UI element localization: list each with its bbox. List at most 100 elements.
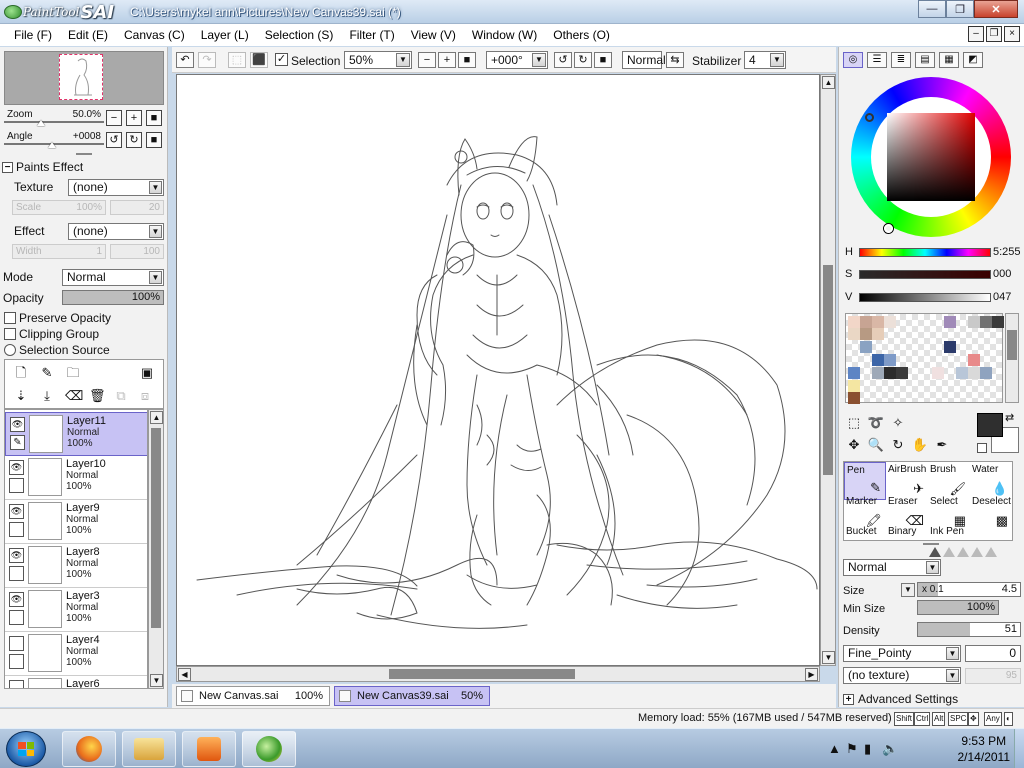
chevron-down-icon[interactable]: ▼	[946, 647, 959, 660]
swatch[interactable]	[884, 367, 896, 379]
taskbar-media-player[interactable]	[182, 731, 236, 767]
canvas-vertical-scrollbar[interactable]: ▲ ▼	[820, 74, 836, 666]
scroll-left-icon[interactable]: ◀	[178, 668, 191, 681]
swatch-scrollbar[interactable]	[1005, 313, 1019, 403]
chevron-down-icon[interactable]: ▼	[901, 583, 915, 597]
swatch-grid[interactable]	[845, 313, 1004, 404]
opacity-slider[interactable]: 100%	[62, 290, 164, 305]
zoom-icon[interactable]: 🔍	[867, 437, 885, 453]
swatch[interactable]	[872, 316, 884, 328]
doc-close-button[interactable]: ×	[1004, 26, 1020, 42]
menu-view[interactable]: View (V)	[403, 24, 464, 46]
canvas-horizontal-scrollbar[interactable]: ◀ ▶	[176, 666, 820, 682]
swatch[interactable]	[848, 367, 860, 379]
selection-source-radio[interactable]: Selection Source	[4, 343, 110, 357]
shape-icon[interactable]	[971, 547, 983, 557]
drawing-canvas[interactable]	[176, 74, 820, 666]
layer-row[interactable]: 👁 Layer9 Normal 100%	[5, 500, 147, 544]
empty-lock-box[interactable]	[9, 478, 24, 493]
move-icon[interactable]: ✥	[845, 437, 863, 453]
color-mixer-icon[interactable]: ▤	[915, 52, 935, 68]
clear-layer-icon[interactable]: ⌫	[65, 387, 83, 405]
scroll-down-icon[interactable]: ▼	[822, 651, 835, 664]
shape-icon[interactable]	[943, 547, 955, 557]
layer-row[interactable]: 👁 Layer8 Normal 100%	[5, 544, 147, 588]
network-icon[interactable]: ▮	[864, 741, 871, 757]
menu-edit[interactable]: Edit (E)	[60, 24, 116, 46]
rect-select-icon[interactable]: ⬚	[845, 415, 863, 431]
new-linework-layer-icon[interactable]: ✎	[39, 364, 55, 382]
zoom-out-button[interactable]: −	[106, 110, 122, 126]
saturation-slider[interactable]: S 000	[841, 267, 1023, 283]
new-folder-icon[interactable]: 🗀	[65, 364, 81, 382]
min-size-slider[interactable]: 100%	[917, 600, 999, 615]
navigator-viewport[interactable]	[59, 54, 103, 100]
start-button[interactable]	[6, 731, 46, 767]
rotate-left-button[interactable]: ↺	[106, 132, 122, 148]
minimize-button[interactable]: —	[918, 0, 946, 18]
eye-icon[interactable]: 👁	[9, 548, 24, 563]
swatch[interactable]	[848, 328, 860, 340]
chevron-down-icon[interactable]: ▼	[149, 181, 162, 194]
maximize-button[interactable]: ❐	[946, 0, 974, 18]
brush-binary[interactable]: Binary	[886, 524, 928, 542]
rotate-right-button[interactable]: ↻	[126, 132, 142, 148]
hidden-eye-box[interactable]	[9, 680, 24, 688]
clock[interactable]: 9:53 PM 2/14/2011	[958, 733, 1011, 765]
scroll-up-icon[interactable]: ▲	[822, 76, 835, 89]
hand-icon[interactable]: ✋	[911, 437, 929, 453]
swatches-icon[interactable]: ▦	[939, 52, 959, 68]
zoom-in-icon[interactable]: +	[438, 52, 456, 68]
eye-icon[interactable]: 👁	[9, 460, 24, 475]
show-desktop-button[interactable]	[1014, 729, 1024, 768]
doc-minimize-button[interactable]: –	[968, 26, 984, 42]
hidden-eye-box[interactable]	[9, 636, 24, 651]
close-button[interactable]: ✕	[974, 0, 1018, 18]
brush-texture-dropdown[interactable]: (no texture) ▼	[843, 667, 961, 684]
empty-lock-box[interactable]	[9, 610, 24, 625]
empty-lock-box[interactable]	[9, 522, 24, 537]
swatch[interactable]	[884, 316, 896, 328]
swatch[interactable]	[968, 316, 980, 328]
undo-icon[interactable]: ↶	[176, 52, 194, 68]
shape-icon[interactable]	[957, 547, 969, 557]
saturation-value-square[interactable]	[887, 113, 975, 201]
brush-deselect[interactable]: Deselect ▩	[970, 494, 1012, 532]
paints-effect-header[interactable]: − Paints Effect	[2, 160, 83, 174]
eye-icon[interactable]: 👁	[9, 592, 24, 607]
checkbox-box[interactable]	[4, 328, 16, 340]
swatch[interactable]	[860, 316, 872, 328]
chevron-down-icon[interactable]: ▼	[946, 669, 959, 682]
layer-row[interactable]: 👁 Layer10 Normal 100%	[5, 456, 147, 500]
swatch[interactable]	[944, 316, 956, 328]
eyedropper-icon[interactable]: ✒	[933, 437, 951, 453]
swatch[interactable]	[860, 328, 872, 340]
swatch[interactable]	[872, 367, 884, 379]
layer-mask-icon[interactable]: ▣	[139, 364, 155, 382]
panel-splitter[interactable]	[76, 153, 92, 155]
empty-lock-box[interactable]	[9, 654, 24, 669]
swatch[interactable]	[848, 380, 860, 392]
menu-others[interactable]: Others (O)	[545, 24, 618, 46]
layer-row[interactable]: 👁 Layer3 Normal 100%	[5, 588, 147, 632]
rgb-sliders-icon[interactable]: ☰	[867, 52, 887, 68]
taskbar-explorer[interactable]	[122, 731, 176, 767]
stabilizer-combo[interactable]: 4 ▼	[744, 51, 786, 69]
zoom-knob[interactable]	[37, 120, 45, 126]
layer-row[interactable]: Layer6	[5, 676, 147, 688]
chevron-down-icon[interactable]: ▼	[396, 53, 410, 67]
zoom-reset-button[interactable]: ■	[146, 110, 162, 126]
chevron-down-icon[interactable]: ▼	[770, 53, 784, 67]
zoom-out-icon[interactable]: −	[418, 52, 436, 68]
swatch[interactable]	[980, 316, 992, 328]
flag-icon[interactable]: ⚑	[846, 741, 858, 757]
scratchpad-icon[interactable]: ◩	[963, 52, 983, 68]
brush-shape-amount[interactable]: 0	[965, 645, 1021, 662]
selection-checkbox[interactable]: ✓	[275, 53, 288, 66]
value-slider[interactable]: V 047	[841, 290, 1023, 306]
swatch[interactable]	[848, 392, 860, 404]
advanced-settings-toggle[interactable]: + Advanced Settings	[843, 692, 958, 706]
lasso-icon[interactable]: ➰	[867, 415, 885, 431]
menu-file[interactable]: File (F)	[6, 24, 60, 46]
color-wheel-icon[interactable]: ◎	[843, 52, 863, 68]
